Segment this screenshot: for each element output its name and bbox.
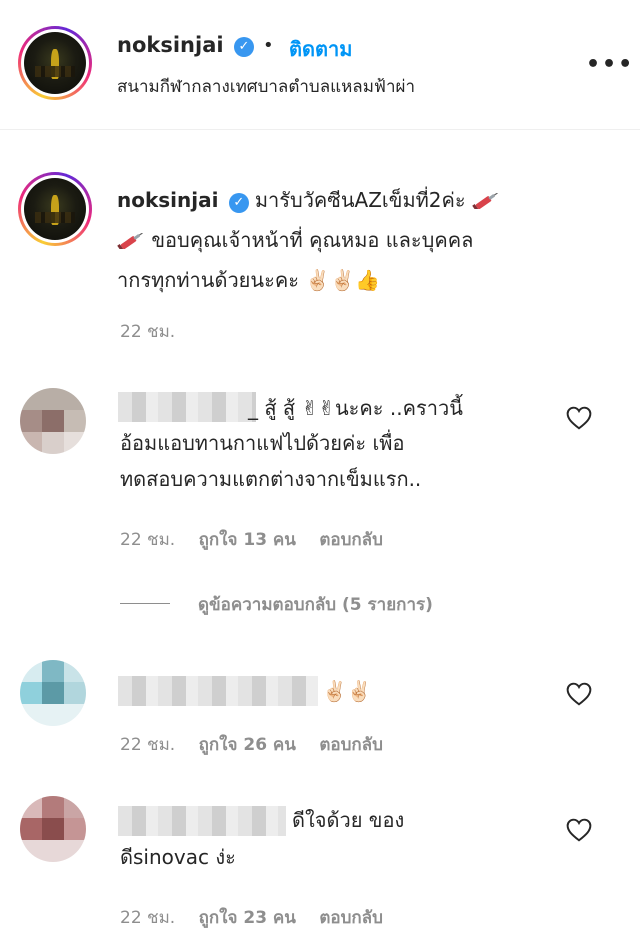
- comment-likes[interactable]: ถูกใจ 13 คน: [199, 530, 296, 550]
- syringe-icon: [472, 182, 500, 213]
- reply-button[interactable]: ตอบกลับ: [319, 530, 383, 550]
- blurred-username: [118, 392, 256, 422]
- caption-line-3: ากรทุกท่านด้วยนะคะ ✌🏻✌🏻👍: [117, 260, 380, 300]
- syringe-icon: [117, 222, 145, 253]
- comment-text-line: _ สู้ สู้ ✌✌นะคะ ..คราวนี้: [248, 396, 463, 420]
- peace-emoji: ✌🏻: [305, 268, 331, 292]
- caption-time[interactable]: 22 ชม.: [120, 318, 175, 345]
- location-link[interactable]: สนามกีฬากลางเทศบาลตำบลแหลมฟ้าผ่า: [117, 73, 415, 100]
- verified-badge-icon: ✓: [234, 37, 254, 57]
- comment-text-line: ทดสอบความแตกต่างจากเข็มแรก..: [120, 467, 422, 491]
- caption-text-2: ขอบคุณเจ้าหน้าที่ คุณหมอ และบุคคล: [151, 228, 474, 252]
- comment-time[interactable]: 22 ชม.: [120, 908, 175, 928]
- thumbs-up-emoji: 👍: [355, 268, 381, 292]
- comment-text-line: ดีใจด้วย ของ: [292, 808, 405, 832]
- caption-text-3: ากรทุกท่านด้วยนะคะ: [117, 268, 299, 292]
- header-username[interactable]: noksinjai: [117, 33, 224, 57]
- comment-time[interactable]: 22 ชม.: [120, 735, 175, 755]
- verified-badge-icon: ✓: [228, 193, 249, 213]
- caption-avatar[interactable]: [18, 172, 92, 246]
- comment-meta: 22 ชม. ถูกใจ 23 คน ตอบกลับ: [120, 904, 383, 931]
- separator-dot: •: [263, 35, 274, 56]
- comment-text-line: ✌🏻✌🏻: [322, 679, 372, 703]
- comment-avatar[interactable]: [20, 660, 86, 726]
- comment-text-line: อ้อมแอบทานกาแฟไปด้วยค่ะ เพื่อ: [120, 431, 405, 455]
- caption-line-1: noksinjai ✓ มารับวัคซีนAZเข็มที่2ค่ะ: [117, 180, 500, 220]
- comment-time[interactable]: 22 ชม.: [120, 530, 175, 550]
- heart-outline-icon[interactable]: [566, 818, 592, 842]
- comment-meta: 22 ชม. ถูกใจ 26 คน ตอบกลับ: [120, 731, 383, 758]
- caption-line-2: ขอบคุณเจ้าหน้าที่ คุณหมอ และบุคคล: [117, 220, 473, 260]
- heart-outline-icon[interactable]: [566, 682, 592, 706]
- peace-emoji: ✌🏻: [330, 268, 356, 292]
- blurred-username: [118, 676, 318, 706]
- comment-likes[interactable]: ถูกใจ 23 คน: [199, 908, 296, 928]
- avatar[interactable]: [18, 26, 92, 100]
- reply-button[interactable]: ตอบกลับ: [319, 908, 383, 928]
- blurred-username: [118, 806, 286, 836]
- caption-text-1: มารับวัคซีนAZเข็มที่2ค่ะ: [254, 188, 466, 212]
- view-replies-button[interactable]: ดูข้อความตอบกลับ (5 รายการ): [198, 591, 433, 618]
- comment-text-line: ดีsinovac ง่ะ: [120, 845, 236, 869]
- comment-likes[interactable]: ถูกใจ 26 คน: [199, 735, 296, 755]
- more-options-icon[interactable]: •••: [586, 52, 634, 77]
- reply-button[interactable]: ตอบกลับ: [319, 735, 383, 755]
- comment-avatar[interactable]: [20, 796, 86, 862]
- post-header: noksinjai ✓ • ติดตาม สนามกีฬากลางเทศบาลต…: [0, 0, 640, 130]
- follow-button[interactable]: ติดตาม: [289, 33, 352, 65]
- caption-username[interactable]: noksinjai: [117, 188, 218, 212]
- comment-meta: 22 ชม. ถูกใจ 13 คน ตอบกลับ: [120, 526, 383, 553]
- heart-outline-icon[interactable]: [566, 406, 592, 430]
- comment-avatar[interactable]: [20, 388, 86, 454]
- replies-divider: [120, 603, 170, 604]
